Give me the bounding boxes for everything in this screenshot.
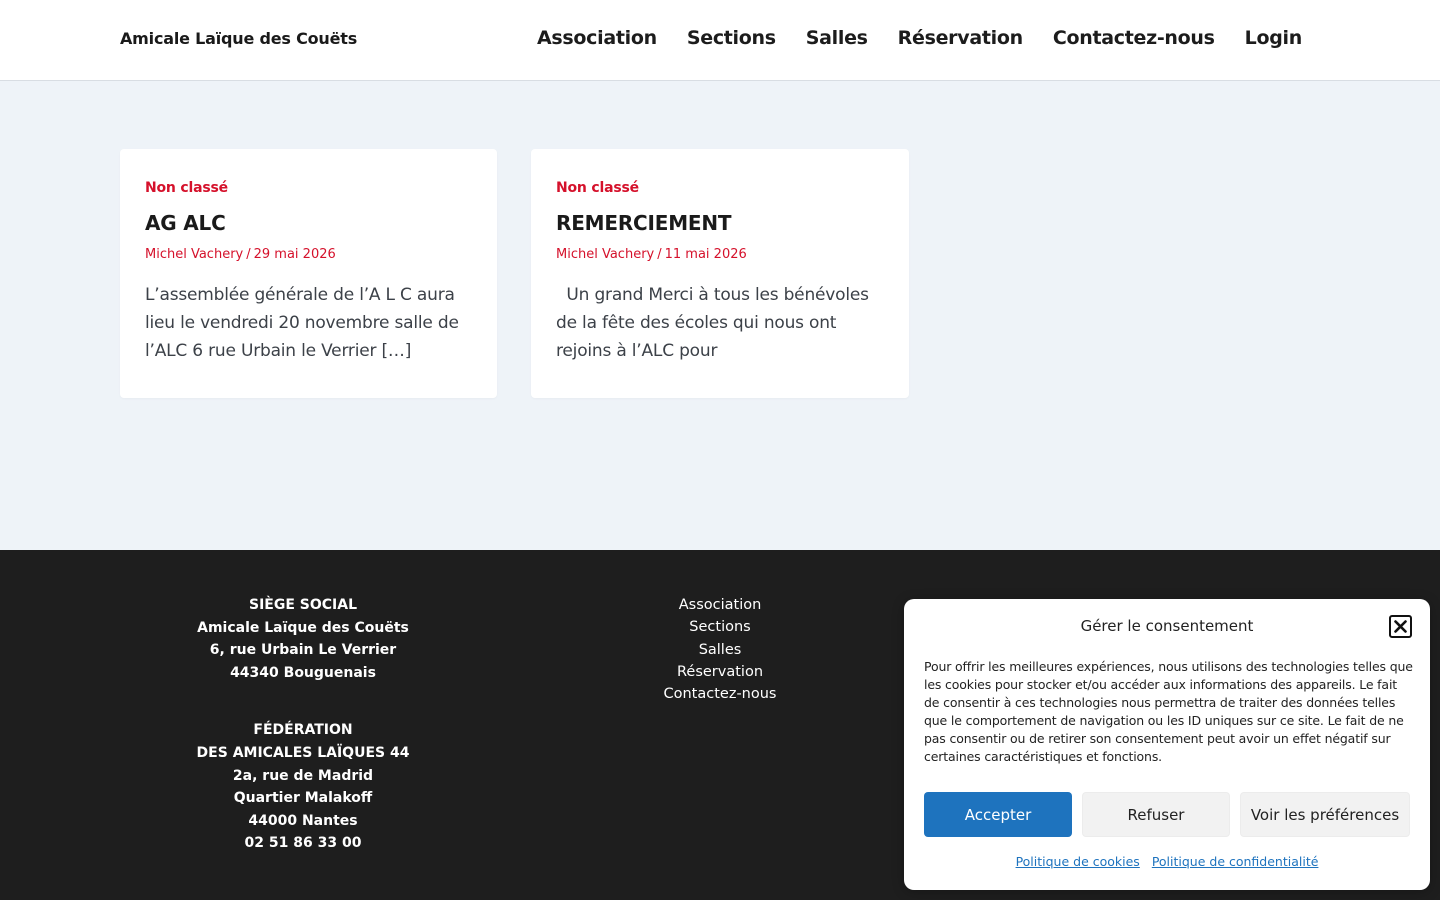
post-meta: Michel Vachery/29 mai 2026 <box>145 247 472 262</box>
post-card: Non classé AG ALC Michel Vachery/29 mai … <box>120 149 497 398</box>
post-excerpt: L’assemblée générale de l’A L C aura lie… <box>145 285 459 361</box>
close-icon[interactable] <box>1389 615 1412 638</box>
address-line: 44340 Bouguenais <box>230 664 376 681</box>
address-line: Amicale Laïque des Couëts <box>197 619 409 636</box>
meta-separator: / <box>246 247 251 262</box>
footer-link-reservation[interactable]: Réservation <box>580 661 860 683</box>
post-list: Non classé AG ALC Michel Vachery/29 mai … <box>0 81 1440 550</box>
address-line: Quartier Malakoff <box>233 790 373 807</box>
siege-social-block: SIÈGE SOCIAL Amicale Laïque des Couëts 6… <box>120 594 486 684</box>
federation-block: FÉDÉRATION DES AMICALES LAÏQUES 44 2a, r… <box>120 719 486 855</box>
post-category[interactable]: Non classé <box>145 180 472 196</box>
close-icon-glyph <box>1394 620 1407 633</box>
nav-salles[interactable]: Salles <box>806 27 868 49</box>
address-line: SIÈGE SOCIAL <box>248 597 357 613</box>
consent-title: Gérer le consentement <box>1080 617 1254 635</box>
footer-address: SIÈGE SOCIAL Amicale Laïque des Couëts 6… <box>120 594 486 855</box>
phone-number: 02 51 86 33 00 <box>244 835 362 852</box>
nav-login[interactable]: Login <box>1245 27 1303 49</box>
post-card: Non classé REMERCIEMENT Michel Vachery/1… <box>531 149 909 398</box>
footer-link-salles[interactable]: Salles <box>580 639 860 661</box>
consent-text: Pour offrir les meilleures expériences, … <box>924 659 1413 764</box>
nav-contact[interactable]: Contactez-nous <box>1053 27 1215 49</box>
site-title[interactable]: Amicale Laïque des Couëts <box>120 29 357 48</box>
post-title[interactable]: AG ALC <box>145 211 472 235</box>
post-category[interactable]: Non classé <box>556 180 884 196</box>
nav-reservation[interactable]: Réservation <box>898 27 1023 49</box>
meta-separator: / <box>657 247 662 262</box>
main-nav: Association Sections Salles Réservation … <box>537 27 1302 49</box>
footer-menu: Association Sections Salles Réservation … <box>580 594 860 705</box>
post-date: 11 mai 2026 <box>664 247 747 262</box>
footer-link-sections[interactable]: Sections <box>580 616 860 638</box>
nav-sections[interactable]: Sections <box>687 27 776 49</box>
address-line: 6, rue Urbain Le Verrier <box>209 642 397 659</box>
site-header: Amicale Laïque des Couëts Association Se… <box>0 0 1440 81</box>
refuse-button[interactable]: Refuser <box>1082 792 1230 837</box>
preferences-button[interactable]: Voir les préférences <box>1240 792 1410 837</box>
consent-links: Politique de cookies Politique de confid… <box>904 854 1430 869</box>
cookie-policy-link[interactable]: Politique de cookies <box>1016 854 1140 869</box>
nav-association[interactable]: Association <box>537 27 657 49</box>
address-line: FÉDÉRATION <box>253 722 353 739</box>
cookie-consent-dialog: Gérer le consentement Pour offrir les me… <box>904 599 1430 890</box>
post-title[interactable]: REMERCIEMENT <box>556 211 884 235</box>
footer-link-contact[interactable]: Contactez-nous <box>580 683 860 705</box>
post-author[interactable]: Michel Vachery <box>145 247 243 262</box>
footer-link-association[interactable]: Association <box>580 594 860 616</box>
post-author[interactable]: Michel Vachery <box>556 247 654 262</box>
privacy-policy-link[interactable]: Politique de confidentialité <box>1152 854 1319 869</box>
accept-button[interactable]: Accepter <box>924 792 1072 837</box>
post-date: 29 mai 2026 <box>253 247 336 262</box>
address-line: 2a, rue de Madrid <box>232 767 374 784</box>
address-line: DES AMICALES LAÏQUES 44 <box>196 744 410 761</box>
post-excerpt: Un grand Merci à tous les bénévoles de l… <box>556 285 874 361</box>
post-meta: Michel Vachery/11 mai 2026 <box>556 247 884 262</box>
address-line: 44000 Nantes <box>248 812 358 829</box>
